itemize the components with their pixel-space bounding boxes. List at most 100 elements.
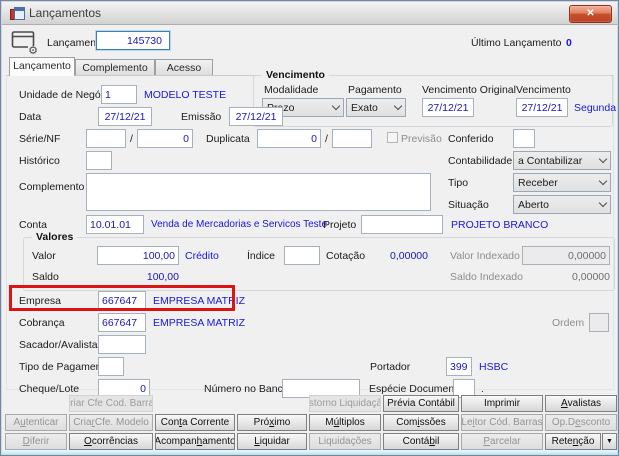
saldo-indexado-label: Saldo Indexado	[450, 271, 523, 283]
vencimento-original-label: Vencimento Original	[422, 84, 516, 96]
indice-input[interactable]	[284, 246, 320, 265]
empty-button-cell	[5, 395, 67, 412]
launch-form-icon: ⚙	[11, 30, 38, 57]
button-grid: Criar Cfe Cod. BarrasEstorno LiquidaçãoP…	[5, 395, 617, 450]
button-acompanhamento[interactable]: Acompan h amento	[155, 433, 235, 450]
emissao-input[interactable]	[229, 107, 283, 126]
button-liquidar[interactable]: Liquidar	[237, 433, 307, 450]
pagamento-label: Pagamento	[348, 84, 402, 96]
lancamentos-window: Lançamentos ✕ ⚙ Lançamento Último Lançam…	[0, 0, 619, 456]
historico-input[interactable]	[86, 151, 112, 170]
cobranca-input[interactable]	[98, 313, 146, 332]
indice-label: Índice	[247, 250, 276, 262]
contabilidade-label: Contabilidade	[448, 155, 513, 167]
empty-button-cell	[237, 395, 307, 412]
app-icon	[10, 7, 25, 20]
button-previa-contabil[interactable]: Prévia Contábil	[383, 395, 459, 412]
unidade-negocio-label: Unidade de Negócio	[19, 89, 115, 101]
previsao-label: Previsão	[401, 133, 442, 145]
chevron-down-icon	[390, 99, 405, 116]
situacao-label: Situação	[448, 199, 489, 211]
tab-complemento[interactable]: Complemento	[75, 59, 155, 76]
conta-label: Conta	[19, 219, 48, 231]
pagamento-dropdown[interactable]: Exato	[346, 98, 406, 117]
vencimento-group-title: Vencimento	[262, 69, 329, 81]
data-label: Data	[19, 111, 42, 123]
button-contabil[interactable]: Contá b il	[383, 433, 459, 450]
complemento-label: Complemento	[19, 181, 85, 193]
button-liquidacoes: Liquidações	[309, 433, 381, 450]
duplicata-input[interactable]	[257, 129, 321, 148]
especie-documento-suffix: .	[481, 383, 484, 395]
vencimento-group: Vencimento Modalidade Pagamento Vencimen…	[253, 69, 616, 127]
situacao-value: Aberto	[518, 198, 549, 211]
tab-acesso[interactable]: Acesso	[155, 59, 213, 76]
button-parcelar: Parcelar	[461, 433, 543, 450]
complemento-textarea[interactable]	[86, 173, 431, 211]
valor-indexado-input	[522, 246, 610, 265]
close-button[interactable]: ✕	[569, 5, 612, 23]
valor-input[interactable]	[97, 246, 179, 265]
vencimento-input[interactable]	[516, 98, 568, 117]
button-avalistas[interactable]: Avalistas	[545, 395, 617, 412]
tipo-dropdown[interactable]: Receber	[513, 173, 611, 192]
valor-label: Valor	[32, 250, 56, 262]
contabilidade-dropdown[interactable]: a Contabilizar	[513, 151, 611, 170]
portador-input[interactable]	[446, 357, 472, 376]
vencimento-original-input[interactable]	[422, 98, 474, 117]
historico-label: Histórico	[19, 155, 60, 167]
pagamento-value: Exato	[351, 101, 378, 114]
button-op-desconto: Op.D e sconto	[545, 414, 617, 431]
saldo-label: Saldo	[32, 271, 59, 283]
empresa-label: Empresa	[19, 295, 62, 307]
serie-nf-serie-input[interactable]	[86, 129, 126, 148]
ultimo-lancamento-value: 0	[566, 37, 572, 49]
cheque-lote-label: Cheque/Lote	[19, 383, 80, 395]
button-diferir: Diferir	[5, 433, 67, 450]
tipo-pagamento-label: Tipo de Pagamento	[19, 361, 111, 373]
conta-input[interactable]	[86, 215, 144, 234]
situacao-dropdown[interactable]: Aberto	[513, 195, 611, 214]
empresa-input[interactable]	[98, 291, 146, 310]
previsao-checkbox[interactable]	[387, 132, 398, 143]
projeto-label: Projeto	[323, 219, 357, 231]
lancamento-number-input[interactable]	[96, 31, 170, 50]
duplicata-parcela-input[interactable]	[332, 129, 372, 148]
button-imprimir[interactable]: Imprimir	[461, 395, 543, 412]
unidade-negocio-input[interactable]	[101, 85, 137, 104]
button-conta-corrente[interactable]: Con t a Corrente	[155, 414, 235, 431]
sacador-avalista-input[interactable]	[98, 335, 146, 354]
button-proximo[interactable]: Pró x imo	[237, 414, 307, 431]
button-criar-cfe-cod-barras: Criar Cfe Cod. Barras	[69, 395, 153, 412]
contabilidade-value: a Contabilizar	[518, 154, 583, 167]
duplicata-separator: /	[325, 133, 328, 145]
saldo-indexado-value: 0,00000	[572, 271, 610, 283]
title-bar: Lançamentos ✕	[2, 2, 617, 25]
data-input[interactable]	[98, 107, 152, 126]
projeto-input[interactable]	[361, 215, 443, 234]
tipo-value: Receber	[518, 176, 558, 189]
chevron-down-icon	[328, 99, 343, 116]
valores-group: Valores Valor Crédito Índice Cotação 0,0…	[23, 231, 615, 291]
retencao-split-button: Rete n ção ▼	[545, 433, 617, 450]
button-comissoes[interactable]: Com i ssões	[383, 414, 459, 431]
cotacao-value: 0,00000	[390, 250, 428, 262]
serie-nf-label: Série/NF	[19, 133, 61, 145]
unidade-negocio-info: MODELO TESTE	[144, 89, 227, 101]
duplicata-label: Duplicata	[206, 133, 250, 145]
button-estorno-liquidacao: Estorno Liquidação	[309, 395, 381, 412]
especie-documento-label: Espécie Documento	[369, 383, 463, 395]
chevron-down-icon	[595, 152, 610, 169]
conferido-input[interactable]	[513, 129, 535, 148]
button-autenticar: Au tenticar	[5, 414, 67, 431]
retencao-dropdown-arrow-button[interactable]: ▼	[602, 433, 617, 450]
button-ocorrencias[interactable]: Ocorrências	[69, 433, 153, 450]
tipo-pagamento-input[interactable]	[98, 357, 124, 376]
tipo-label: Tipo	[448, 177, 469, 189]
button-criar-cfe-modelo: Cria r Cfe. Modelo	[69, 414, 153, 431]
button-multiplos[interactable]: Mú ltiplos	[309, 414, 381, 431]
button-retencao[interactable]: Rete n ção	[545, 433, 601, 450]
tab-lancamento[interactable]: Lançamento	[9, 57, 75, 76]
cobranca-label: Cobrança	[19, 317, 65, 329]
serie-nf-numero-input[interactable]	[137, 129, 193, 148]
